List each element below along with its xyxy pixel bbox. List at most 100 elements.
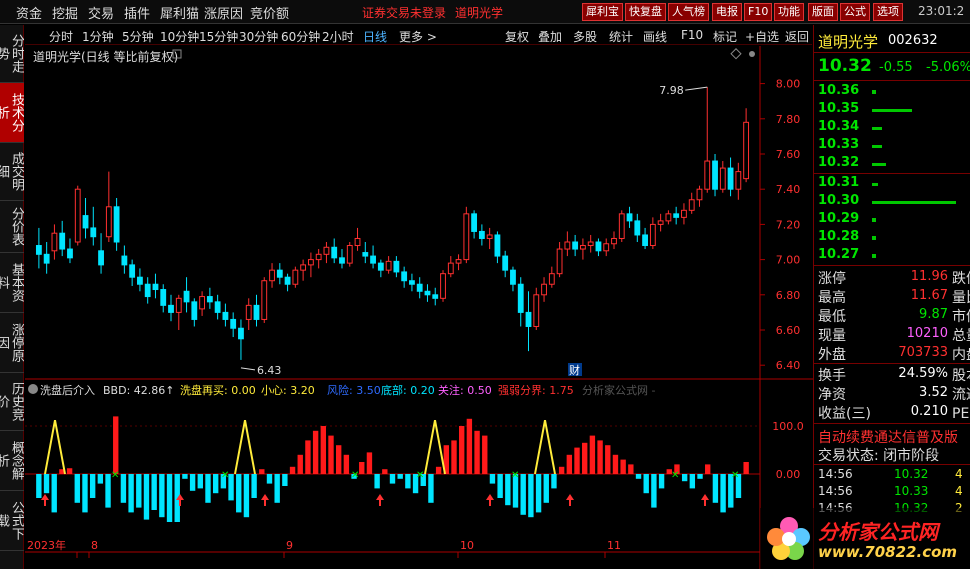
candle	[339, 249, 345, 269]
stock-link[interactable]: 道明光学	[455, 4, 503, 21]
indicator-bar	[428, 474, 434, 503]
stat-value: 11.96	[910, 269, 948, 284]
top-button-7[interactable]: 公式	[840, 3, 870, 21]
stock-name: 道明光学	[818, 33, 879, 51]
top-button-0[interactable]: 犀利宝	[582, 3, 623, 21]
indicator-legend-item: BBD: 42.86↑	[103, 384, 174, 397]
candle	[175, 294, 182, 330]
indicator-bar	[382, 469, 388, 474]
candle	[440, 270, 446, 302]
period-1[interactable]: 1分钟	[82, 28, 114, 45]
candle	[191, 298, 198, 327]
menu-item-3[interactable]: 插件	[124, 3, 150, 22]
candle	[618, 210, 625, 242]
period-8[interactable]: 日线	[363, 28, 387, 45]
indicator-legend-item: 底部: 0.20	[381, 383, 435, 397]
stat-value: 9.87	[919, 307, 948, 322]
candle	[261, 277, 268, 323]
tool-0[interactable]: 复权	[505, 28, 529, 45]
nav-tab-8[interactable]: 公式下载	[0, 491, 24, 551]
cross-marker-icon: ✕	[416, 470, 424, 481]
nav-tab-0[interactable]: 分时走势	[0, 25, 24, 83]
stat-label: 收益(三)	[818, 406, 871, 422]
tool-6[interactable]: 标记	[713, 28, 737, 45]
period-7[interactable]: 2小时	[322, 28, 354, 45]
candle	[735, 162, 742, 200]
tick-volume: 4	[955, 467, 963, 481]
candle	[611, 231, 617, 250]
trade-status: 交易状态: 闭市阶段	[818, 448, 940, 464]
top-button-8[interactable]: 选项	[873, 3, 903, 21]
bid-price: 10.29	[818, 211, 860, 226]
menu-item-6[interactable]: 竞价额	[250, 3, 289, 22]
top-button-5[interactable]: 功能	[774, 3, 804, 21]
kline-chart-area[interactable]: 8.00 7.80 7.60 7.40 7.20 7.00 6.80 6.60 6.40 7.98…	[25, 46, 813, 569]
stat-label-right: 市值	[952, 309, 970, 325]
nav-tab-3[interactable]: 分价表	[0, 201, 24, 253]
login-warning[interactable]: 证券交易未登录	[362, 4, 446, 21]
signal-peak-line	[44, 420, 66, 475]
candle	[168, 294, 174, 322]
tool-7[interactable]: +自选	[745, 28, 779, 45]
date-label: 8	[91, 539, 98, 552]
cross-marker-icon: ✕	[731, 470, 739, 481]
period-4[interactable]: 15分钟	[199, 28, 238, 45]
indicator-bar	[389, 474, 396, 484]
period-9[interactable]: 更多 >	[399, 28, 437, 45]
top-button-3[interactable]: 电报	[712, 3, 742, 21]
nav-tab-2[interactable]: 成交明细	[0, 143, 24, 201]
top-button-4[interactable]: F10	[744, 3, 773, 21]
nav-tab-1[interactable]: 技术分析	[0, 83, 24, 143]
period-5[interactable]: 30分钟	[239, 28, 278, 45]
indicator-bar	[43, 474, 50, 494]
period-2[interactable]: 5分钟	[122, 28, 154, 45]
high-marker-label: 7.98	[659, 84, 684, 97]
nav-tab-7[interactable]: 概念解析	[0, 431, 24, 491]
indicator-bar	[143, 474, 150, 520]
nav-tab-4[interactable]: 基本资料	[0, 253, 24, 313]
title-dropdown-icon[interactable]	[172, 49, 182, 59]
candle	[486, 227, 493, 250]
top-button-1[interactable]: 快复盘	[625, 3, 666, 21]
finance-marker-badge[interactable]: 财	[568, 363, 582, 377]
top-button-6[interactable]: 版面	[808, 3, 838, 21]
indicator-bar	[489, 474, 496, 484]
indicator-bar	[297, 454, 303, 474]
candle	[642, 227, 648, 250]
candle	[533, 287, 540, 330]
nav-tab-6[interactable]: 历史竞价	[0, 373, 24, 431]
menu-item-5[interactable]: 涨原因	[204, 3, 243, 22]
candle	[121, 245, 128, 274]
indicator-legend-item: 风险: 3.50	[327, 383, 381, 397]
candle	[300, 259, 307, 281]
candle	[82, 198, 89, 239]
menu-item-1[interactable]: 挖掘	[52, 3, 78, 22]
indicator-bar	[74, 474, 80, 503]
chart-settings-icon[interactable]	[730, 48, 742, 60]
tool-3[interactable]: 统计	[609, 28, 633, 45]
period-3[interactable]: 10分钟	[160, 28, 199, 45]
candle	[463, 206, 470, 264]
tool-2[interactable]: 多股	[573, 28, 597, 45]
menu-item-2[interactable]: 交易	[88, 3, 114, 22]
menu-item-0[interactable]: 资金	[16, 3, 42, 22]
tool-1[interactable]: 叠加	[538, 28, 562, 45]
tool-8[interactable]: 返回	[785, 28, 809, 45]
period-6[interactable]: 60分钟	[281, 28, 320, 45]
menu-item-4[interactable]: 犀利猫	[160, 3, 199, 22]
indicator-dropdown-icon[interactable]	[28, 384, 38, 394]
candle	[416, 277, 423, 299]
indicator-bar	[51, 474, 57, 513]
tool-4[interactable]: 画线	[643, 28, 667, 45]
indicator-bar	[474, 430, 480, 474]
tool-5[interactable]: F10	[681, 28, 703, 42]
nav-tab-5[interactable]: 涨停原因	[0, 313, 24, 373]
candle	[455, 254, 462, 271]
period-0[interactable]: 分时	[49, 28, 73, 45]
news-ticker[interactable]: 自动续费通达信普及版	[818, 427, 958, 447]
stat-label: 外盘	[818, 347, 846, 363]
candle	[447, 256, 454, 278]
top-button-2[interactable]: 人气榜	[668, 3, 709, 21]
main-ytick-label: 6.80	[776, 289, 801, 302]
indicator-bar	[697, 474, 703, 479]
